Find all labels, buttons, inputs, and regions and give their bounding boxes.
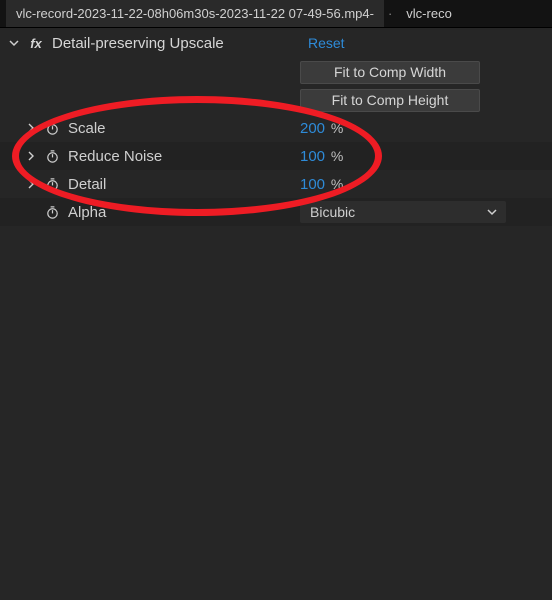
stopwatch-icon[interactable] [44, 148, 60, 164]
fit-width-row: Fit to Comp Width [0, 58, 552, 86]
effect-panel: fx Detail-preserving Upscale Reset Fit t… [0, 28, 552, 600]
tab-next-label: vlc-reco [406, 6, 452, 21]
detail-value[interactable]: 100 [300, 176, 325, 193]
effect-name[interactable]: Detail-preserving Upscale [52, 35, 224, 52]
fit-width-label: Fit to Comp Width [334, 64, 446, 80]
reset-link[interactable]: Reset [308, 35, 345, 51]
fit-to-comp-height-button[interactable]: Fit to Comp Height [300, 89, 480, 112]
tab-active-label: vlc-record-2023-11-22-08h06m30s-2023-11-… [16, 6, 374, 21]
detail-unit: % [331, 176, 343, 192]
stopwatch-icon[interactable] [44, 176, 60, 192]
panel-empty-area [0, 226, 552, 600]
fit-to-comp-width-button[interactable]: Fit to Comp Width [300, 61, 480, 84]
collapse-effect-toggle[interactable] [8, 37, 20, 49]
effect-header: fx Detail-preserving Upscale Reset [0, 28, 552, 58]
scale-value[interactable]: 200 [300, 120, 325, 137]
fit-height-row: Fit to Comp Height [0, 86, 552, 114]
stopwatch-icon[interactable] [44, 204, 60, 220]
property-row-alpha: Alpha Bicubic [0, 198, 552, 226]
reduce-noise-unit: % [331, 148, 343, 164]
fx-icon[interactable]: fx [26, 36, 46, 51]
reduce-noise-value[interactable]: 100 [300, 148, 325, 165]
detail-label: Detail [68, 176, 106, 193]
tab-next[interactable]: vlc-reco [396, 0, 462, 27]
alpha-value: Bicubic [310, 204, 355, 220]
reduce-noise-label: Reduce Noise [68, 148, 162, 165]
tab-separator: · [384, 6, 396, 21]
effect-controls-panel: vlc-record-2023-11-22-08h06m30s-2023-11-… [0, 0, 552, 600]
alpha-dropdown[interactable]: Bicubic [300, 201, 506, 223]
stopwatch-icon[interactable] [44, 120, 60, 136]
expand-detail-toggle[interactable] [26, 179, 36, 189]
alpha-label: Alpha [68, 204, 106, 221]
document-tabs: vlc-record-2023-11-22-08h06m30s-2023-11-… [0, 0, 552, 28]
chevron-down-icon [486, 206, 498, 218]
tab-active[interactable]: vlc-record-2023-11-22-08h06m30s-2023-11-… [6, 0, 384, 27]
expand-scale-toggle[interactable] [26, 123, 36, 133]
property-row-scale: Scale 200 % [0, 114, 552, 142]
property-row-detail: Detail 100 % [0, 170, 552, 198]
scale-unit: % [331, 120, 343, 136]
property-row-reduce-noise: Reduce Noise 100 % [0, 142, 552, 170]
scale-label: Scale [68, 120, 106, 137]
fit-height-label: Fit to Comp Height [332, 92, 449, 108]
expand-reduce-noise-toggle[interactable] [26, 151, 36, 161]
